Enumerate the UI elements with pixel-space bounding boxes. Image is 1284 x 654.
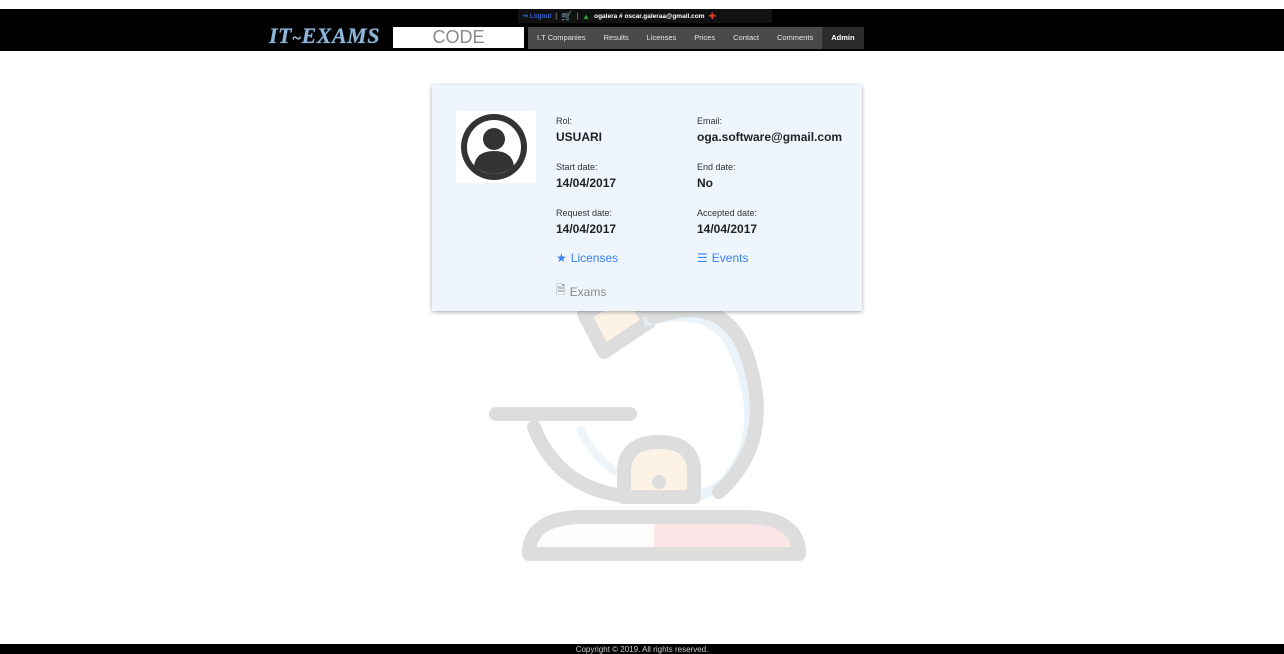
logout-icon: ⇥ [522, 13, 528, 20]
logo-tilde: ~ [292, 30, 302, 47]
pin-icon[interactable]: ✚ [709, 11, 717, 22]
rol-field: Rol: USUARI [556, 115, 602, 145]
end-date-label: End date: [697, 162, 736, 172]
star-icon: ★ [556, 251, 567, 265]
nav-item-licenses[interactable]: Licenses [638, 27, 686, 49]
main-nav: I.T Companies Results Licenses Prices Contac… [528, 27, 864, 49]
accepted-date-field: Accepted date: 14/04/2017 [697, 207, 757, 237]
cart-icon[interactable]: 🛒 [561, 11, 572, 22]
events-link-label: Events [711, 251, 749, 265]
request-date-value: 14/04/2017 [556, 222, 617, 236]
rol-label: Rol: [556, 116, 573, 126]
nav-item-comments[interactable]: Comments [768, 27, 822, 49]
user-bar: ⇥ Logout | 🛒 | ▲ ogalera # oscar.galeraa… [518, 9, 772, 23]
logo-text-exams: EXAMS [301, 23, 380, 48]
logout-label: Logout [529, 12, 552, 20]
nav-item-results[interactable]: Results [595, 27, 638, 49]
nav-item-prices[interactable]: Prices [685, 27, 724, 49]
separator: | [555, 12, 558, 20]
licenses-link[interactable]: ★ Licenses [556, 251, 618, 265]
site-logo[interactable]: IT~EXAMS [269, 23, 382, 48]
rol-value: USUARI [556, 130, 603, 144]
logo-text-it: IT [269, 23, 292, 48]
user-icon: ▲ [582, 11, 591, 21]
logout-link[interactable]: ⇥ Logout [522, 12, 552, 21]
avatar [456, 111, 536, 183]
code-search-input[interactable] [393, 27, 524, 48]
email-label: Email: [697, 116, 723, 126]
exams-link[interactable]: 🗎 Exams [556, 281, 606, 302]
exams-link-label: Exams [569, 284, 607, 299]
account-text[interactable]: ogalera # oscar.galeraa@gmail.com [594, 13, 704, 20]
events-link[interactable]: ☰ Events [697, 251, 748, 265]
licenses-link-label: Licenses [570, 251, 619, 265]
separator: | [576, 12, 579, 20]
email-field: Email: oga.software@gmail.com [697, 115, 842, 145]
email-value: oga.software@gmail.com [697, 130, 843, 144]
accepted-date-value: 14/04/2017 [697, 222, 758, 236]
start-date-value: 14/04/2017 [556, 176, 617, 190]
footer: Copyright © 2019. All rights reserved. [0, 644, 1284, 654]
nav-item-admin[interactable]: Admin [822, 27, 864, 49]
document-icon: 🗎 [556, 283, 566, 297]
avatar-icon [461, 114, 527, 180]
nav-item-contact[interactable]: Contact [724, 27, 768, 49]
copyright-text: Copyright © 2019. All rights reserved. [575, 645, 709, 654]
end-date-field: End date: No [697, 161, 736, 191]
end-date-value: No [697, 176, 713, 190]
request-date-field: Request date: 14/04/2017 [556, 207, 616, 237]
start-date-field: Start date: 14/04/2017 [556, 161, 616, 191]
accepted-date-label: Accepted date: [697, 208, 758, 218]
microscope-icon [489, 292, 806, 561]
list-icon: ☰ [697, 251, 708, 265]
request-date-label: Request date: [556, 208, 613, 218]
profile-card: Rol: USUARI Email: oga.software@gmail.co… [432, 85, 862, 311]
start-date-label: Start date: [556, 162, 598, 172]
nav-item-i-t-companies[interactable]: I.T Companies [528, 27, 595, 49]
